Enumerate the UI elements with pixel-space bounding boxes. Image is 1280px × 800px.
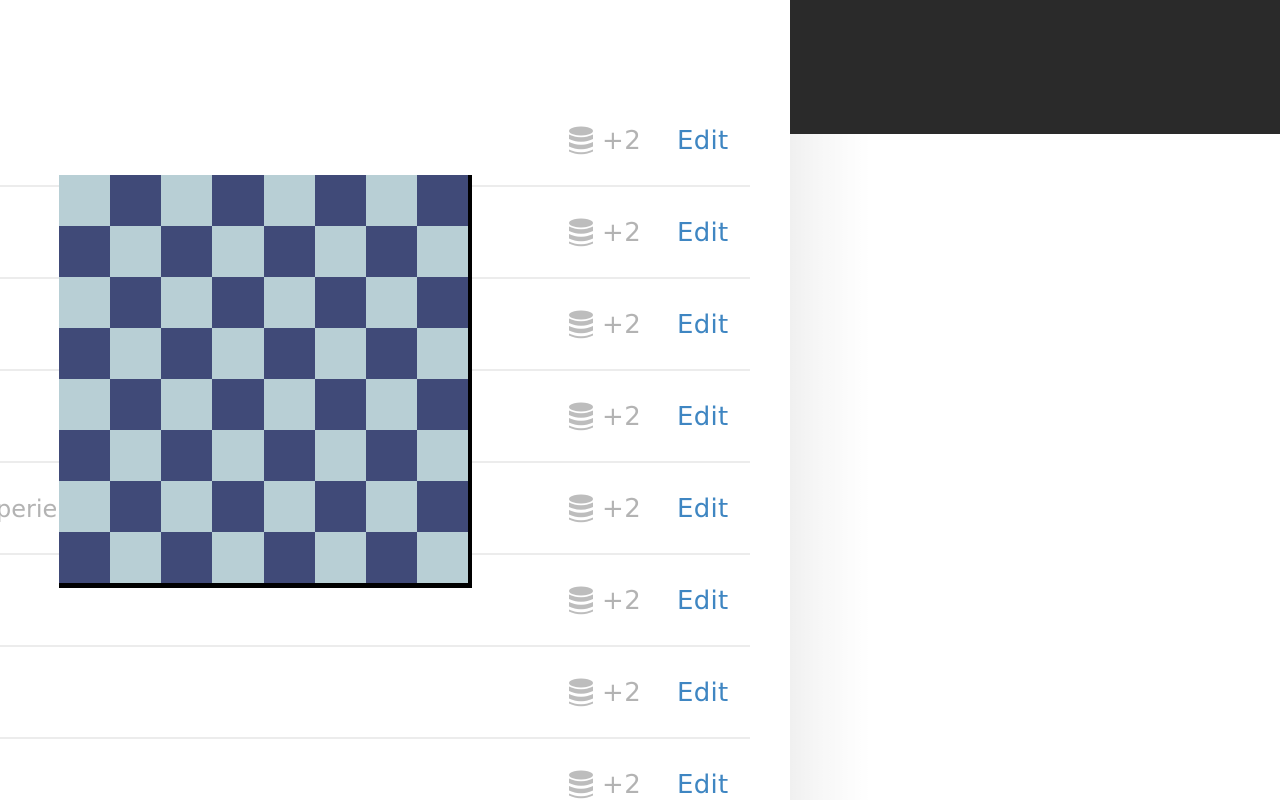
database-icon: [569, 586, 593, 615]
edit-link[interactable]: Edit: [677, 680, 729, 706]
board-square-dark: [59, 226, 111, 277]
board-square-light: [365, 277, 417, 328]
board-square-light: [161, 481, 213, 532]
list-item: +2 Edit: [0, 647, 750, 739]
board-square-light: [212, 328, 264, 379]
board-square-dark: [110, 175, 162, 226]
board-square-dark: [314, 481, 366, 532]
database-icon: [569, 218, 593, 247]
count-badge: +2: [602, 586, 642, 616]
board-square-light: [263, 481, 315, 532]
edit-link[interactable]: Edit: [677, 496, 729, 522]
count-badge: +2: [602, 678, 642, 708]
board-square-light: [263, 175, 315, 226]
board-square-light: [59, 481, 111, 532]
board-square-light: [263, 277, 315, 328]
database-icon: [569, 770, 593, 799]
count-badge: +2: [602, 310, 642, 340]
board-square-dark: [263, 532, 315, 583]
board-square-light: [365, 379, 417, 430]
board-square-light: [161, 379, 213, 430]
app-window: +2 Edit +2 Edit +2 Edit +2 Edit perie +2…: [0, 0, 1280, 800]
board-square-dark: [416, 481, 468, 532]
edit-link[interactable]: Edit: [677, 312, 729, 338]
side-panel-header: [790, 0, 1280, 134]
board-square-dark: [212, 481, 264, 532]
board-square-light: [416, 430, 468, 481]
edit-link[interactable]: Edit: [677, 220, 729, 246]
board-square-light: [110, 328, 162, 379]
board-square-light: [365, 481, 417, 532]
board-square-dark: [416, 379, 468, 430]
edit-link[interactable]: Edit: [677, 772, 729, 798]
board-square-dark: [365, 430, 417, 481]
board-square-dark: [212, 175, 264, 226]
count-badge: +2: [602, 126, 642, 156]
board-square-dark: [161, 226, 213, 277]
list-item: +2 Edit: [0, 739, 750, 800]
board-square-light: [263, 379, 315, 430]
board-square-dark: [212, 277, 264, 328]
board-square-dark: [161, 532, 213, 583]
row-text: perie: [0, 495, 58, 523]
board-square-light: [314, 226, 366, 277]
database-icon: [569, 310, 593, 339]
database-icon: [569, 678, 593, 707]
list-item: +2 Edit: [0, 95, 750, 187]
count-badge: +2: [602, 770, 642, 800]
board-square-dark: [314, 175, 366, 226]
board-square-light: [212, 226, 264, 277]
board-square-light: [365, 175, 417, 226]
board-square-dark: [212, 379, 264, 430]
board-square-dark: [365, 328, 417, 379]
board-square-light: [59, 277, 111, 328]
board-square-light: [110, 532, 162, 583]
board-square-light: [416, 226, 468, 277]
board-square-dark: [416, 175, 468, 226]
board-square-dark: [161, 430, 213, 481]
board-square-light: [212, 532, 264, 583]
board-square-dark: [110, 481, 162, 532]
board-square-dark: [59, 532, 111, 583]
database-icon: [569, 126, 593, 155]
board-square-light: [212, 430, 264, 481]
board-square-light: [110, 430, 162, 481]
board-square-light: [416, 532, 468, 583]
board-square-dark: [416, 277, 468, 328]
edit-link[interactable]: Edit: [677, 128, 729, 154]
edit-link[interactable]: Edit: [677, 404, 729, 430]
board-square-dark: [59, 430, 111, 481]
board-square-dark: [365, 532, 417, 583]
side-panel: [790, 0, 1280, 800]
board-square-dark: [263, 430, 315, 481]
board-square-dark: [59, 328, 111, 379]
board-square-light: [59, 379, 111, 430]
count-badge: +2: [602, 494, 642, 524]
database-icon: [569, 402, 593, 431]
edit-link[interactable]: Edit: [677, 588, 729, 614]
board-square-light: [161, 277, 213, 328]
board-square-light: [314, 328, 366, 379]
board-square-dark: [161, 328, 213, 379]
board-square-light: [314, 532, 366, 583]
board-square-light: [314, 430, 366, 481]
count-badge: +2: [602, 218, 642, 248]
database-icon: [569, 494, 593, 523]
board-square-light: [59, 175, 111, 226]
board-square-dark: [110, 277, 162, 328]
count-badge: +2: [602, 402, 642, 432]
board-square-dark: [365, 226, 417, 277]
board-square-dark: [110, 379, 162, 430]
board-square-dark: [263, 328, 315, 379]
board-square-light: [110, 226, 162, 277]
checkerboard-grid: [59, 175, 468, 583]
board-square-dark: [314, 277, 366, 328]
checkerboard-overlay: [59, 175, 472, 588]
list-panel: +2 Edit +2 Edit +2 Edit +2 Edit perie +2…: [0, 0, 750, 800]
board-square-dark: [314, 379, 366, 430]
board-square-dark: [263, 226, 315, 277]
board-square-light: [161, 175, 213, 226]
board-square-light: [416, 328, 468, 379]
